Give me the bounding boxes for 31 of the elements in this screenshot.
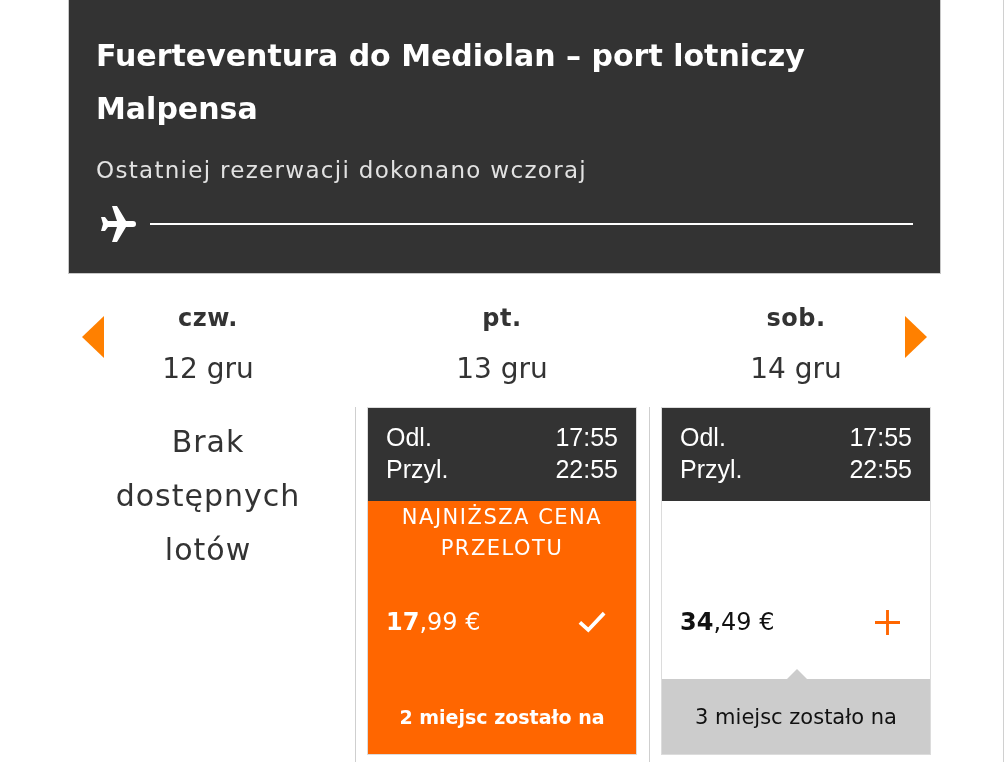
seats-left-text: 2 miejsc zostało na xyxy=(368,679,636,754)
price-text: 34,49 € xyxy=(680,607,775,638)
date-label: 13 gru xyxy=(456,351,548,387)
departure-label: Odl. xyxy=(680,422,726,453)
departure-label: Odl. xyxy=(386,422,432,453)
price-text: 17,99 € xyxy=(386,607,481,638)
route-title: Fuerteventura do Mediolan – port lotniczy Malpensa xyxy=(96,37,806,128)
arrival-label: Przyl. xyxy=(680,454,743,485)
right-triangle-icon xyxy=(905,316,927,358)
flight-card[interactable]: Odl. 17:55 Przyl. 22:55 NAJNIŻSZA CENA PRZELOTU 17,99 € 2 miejsc zostało na xyxy=(367,407,637,755)
weekday-label: pt. xyxy=(482,303,522,333)
arrival-time: 22:55 xyxy=(555,454,618,485)
departure-time: 17:55 xyxy=(849,422,912,453)
previous-arrow-button[interactable] xyxy=(82,316,104,358)
booking-info-text: Ostatniej rezerwacji dokonano wczoraj xyxy=(96,156,588,185)
lowest-price-label: NAJNIŻSZA CENA PRZELOTU xyxy=(400,503,604,562)
date-label: 12 gru xyxy=(162,351,254,387)
no-flights-text: Brak dostępnych lotów xyxy=(114,423,302,569)
departure-time: 17:55 xyxy=(555,422,618,453)
date-label: 14 gru xyxy=(750,351,842,387)
arrival-label: Przyl. xyxy=(386,454,449,485)
next-arrow-button[interactable] xyxy=(905,316,927,358)
seats-left-text: 3 miejsc zostało na xyxy=(662,679,930,754)
flight-card[interactable]: Odl. 17:55 Przyl. 22:55 34,49 € 3 miejsc zostało na xyxy=(661,407,931,755)
weekday-label: czw. xyxy=(178,303,238,333)
left-triangle-icon xyxy=(82,316,104,358)
arrival-time: 22:55 xyxy=(849,454,912,485)
weekday-label: sob. xyxy=(766,303,826,333)
checkmark-icon xyxy=(578,610,606,634)
pointer-notch-icon xyxy=(787,669,807,679)
plus-icon[interactable] xyxy=(875,609,900,635)
